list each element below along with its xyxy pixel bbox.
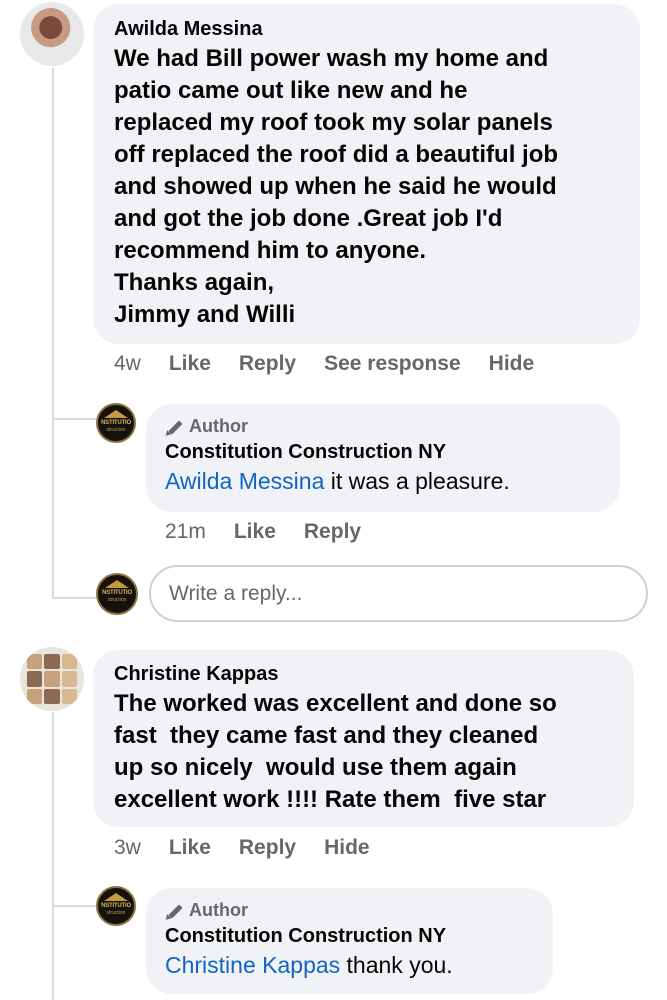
brand-avatar[interactable]: NSTITUTIO struction <box>96 403 136 443</box>
comment-text: The worked was excellent and done so fas… <box>114 688 634 816</box>
avatar[interactable] <box>20 2 84 66</box>
write-reply-input[interactable]: Write a reply... <box>149 565 648 622</box>
logo-text: NSTITUTIO <box>101 903 131 909</box>
mention-link[interactable]: Awilda Messina <box>165 468 324 494</box>
comment-text: We had Bill power wash my home and patio… <box>114 43 640 331</box>
comment-line: Jimmy and Willi <box>114 301 296 328</box>
thread-line-branch <box>52 418 96 420</box>
brand-avatar[interactable]: NSTITUTIO struction <box>96 573 138 615</box>
comment-bubble: Christine Kappas The worked was excellen… <box>93 650 634 827</box>
pencil-icon <box>165 418 183 436</box>
reply-button[interactable]: Reply <box>304 520 361 544</box>
comment-timestamp[interactable]: 3w <box>114 836 141 860</box>
comment-line: fast they came fast and they cleaned <box>114 722 539 749</box>
logo-text: NSTITUTIO <box>102 590 132 596</box>
thread-line-branch <box>52 597 96 599</box>
mention-link[interactable]: Christine Kappas <box>165 952 340 978</box>
like-button[interactable]: Like <box>169 352 211 376</box>
reply-bubble: Author Constitution Construction NY Awil… <box>146 404 620 512</box>
reply-actions: 21m Like Reply <box>165 520 389 544</box>
logo-roof-icon <box>104 893 128 901</box>
comment-line: off replaced the roof did a beautiful jo… <box>114 141 559 168</box>
comment-author[interactable]: Christine Kappas <box>114 663 634 686</box>
comment-author[interactable]: Awilda Messina <box>114 18 640 41</box>
reply-timestamp[interactable]: 21m <box>165 520 206 544</box>
comment-line: The worked was excellent and done so <box>114 690 557 717</box>
comment-line: and showed up when he said he would <box>114 173 557 200</box>
reply-text: Christine Kappas thank you. <box>165 950 553 980</box>
comment-line: We had Bill power wash my home and <box>114 45 549 72</box>
like-button[interactable]: Like <box>234 520 276 544</box>
logo-text: struction <box>107 597 127 603</box>
comment-line: recommend him to anyone. <box>114 237 427 264</box>
comment-bubble: Awilda Messina We had Bill power wash my… <box>93 4 640 344</box>
logo-text: NSTITUTIO <box>101 420 131 426</box>
comment-line: excellent work !!!! Rate them five star <box>114 786 547 813</box>
reply-text-content: it was a pleasure. <box>324 468 510 494</box>
avatar[interactable] <box>20 647 84 711</box>
logo-roof-icon <box>104 410 128 418</box>
hide-button[interactable]: Hide <box>489 352 535 376</box>
like-button[interactable]: Like <box>169 836 211 860</box>
comment-timestamp[interactable]: 4w <box>114 352 141 376</box>
logo-text: struction <box>106 427 126 433</box>
comment-line: and got the job done .Great job I'd <box>114 205 503 232</box>
pencil-icon <box>165 902 183 920</box>
reply-text: Awilda Messina it was a pleasure. <box>165 466 620 496</box>
comment-line: up so nicely would use them again <box>114 754 517 781</box>
comment-line: replaced my roof took my solar panels <box>114 109 553 136</box>
thread-line <box>52 712 54 1000</box>
author-badge: Author <box>165 416 620 437</box>
reply-button[interactable]: Reply <box>239 352 296 376</box>
see-response-button[interactable]: See response <box>324 352 461 376</box>
author-badge-label: Author <box>189 900 248 920</box>
reply-author[interactable]: Constitution Construction NY <box>165 441 620 464</box>
author-badge-label: Author <box>189 416 248 436</box>
author-badge: Author <box>165 900 553 921</box>
comment-actions: 4w Like Reply See response Hide <box>114 352 562 376</box>
thread-line <box>52 68 54 598</box>
hide-button[interactable]: Hide <box>324 836 370 860</box>
comment-actions: 3w Like Reply Hide <box>114 836 398 860</box>
comment-line: patio came out like new and he <box>114 77 468 104</box>
reply-author[interactable]: Constitution Construction NY <box>165 925 553 948</box>
logo-roof-icon <box>105 580 129 588</box>
reply-text-content: thank you. <box>340 952 453 978</box>
logo-text: struction <box>106 910 126 916</box>
reply-bubble: Author Constitution Construction NY Chri… <box>146 888 553 994</box>
brand-avatar[interactable]: NSTITUTIO struction <box>96 886 136 926</box>
reply-button[interactable]: Reply <box>239 836 296 860</box>
thread-line-branch <box>52 905 96 907</box>
comment-line: Thanks again, <box>114 269 275 296</box>
